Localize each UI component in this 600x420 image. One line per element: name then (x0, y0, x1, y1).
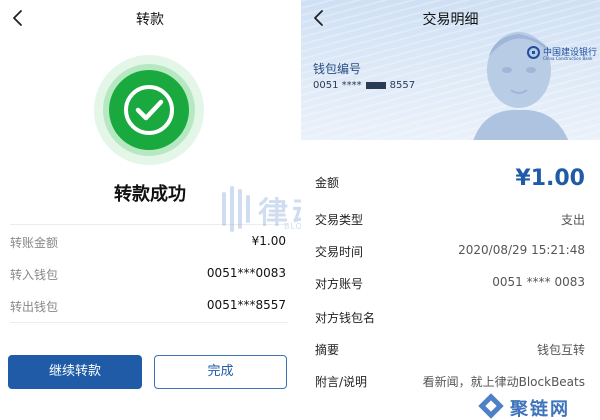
row-label: 交易时间 (315, 245, 364, 259)
amount-value: ¥1.00 (515, 166, 585, 191)
nav-bar: 转款 (0, 0, 300, 36)
row-value: 2020/08/29 15:21:48 (458, 243, 585, 257)
divider (10, 322, 288, 323)
row-label: 转出钱包 (10, 300, 59, 314)
row-value: 0051***0083 (206, 266, 286, 280)
transaction-type-row: 交易类型 支出 (315, 208, 585, 230)
row-label: 对方账号 (315, 277, 364, 291)
ccb-logo-icon (527, 46, 540, 59)
row-value: 钱包互转 (536, 343, 585, 357)
counterparty-wallet-name-row: 对方钱包名 (315, 306, 585, 328)
row-value: 0051***8557 (206, 298, 286, 312)
from-wallet-row: 转出钱包 0051***8557 (10, 296, 286, 316)
row-label: 摘要 (315, 343, 340, 357)
bank-name-en: China Construction Bank (543, 56, 593, 61)
wallet-card-header: 交易明细 中国建设银行 China Construction Bank 钱包编号… (301, 0, 600, 140)
page-title: 转款 (136, 12, 164, 28)
to-wallet-row: 转入钱包 0051***0083 (10, 264, 286, 284)
success-message: 转款成功 (114, 184, 186, 205)
wallet-id-suffix: 8557 (389, 80, 416, 91)
row-label: 交易类型 (315, 213, 364, 227)
page-title: 交易明细 (422, 12, 479, 28)
row-value: 支出 (560, 213, 585, 227)
redaction-bar (365, 81, 386, 89)
transfer-amount-row: 转账金额 ¥1.00 (10, 232, 286, 252)
checkmark-circle-icon (124, 85, 174, 135)
corner-watermark-logo: 聚链网 (476, 393, 600, 420)
row-label: 转入钱包 (10, 268, 59, 282)
success-badge (94, 55, 204, 165)
row-label: 对方钱包名 (315, 311, 376, 325)
corner-logo-text: 聚链网 (510, 399, 570, 420)
row-value: ¥1.00 (251, 234, 286, 248)
transfer-result-screen: 转款 转款成功 转账金额 ¥1.00 转入钱包 0051***0083 转出钱包… (0, 0, 300, 420)
done-button[interactable]: 完成 (154, 355, 287, 389)
wallet-id-value: 0051 **** 8557 (313, 80, 415, 91)
divider (10, 224, 288, 225)
row-value: 看新闻，就上律动BlockBeats (422, 375, 585, 389)
transaction-detail-screen: 交易明细 中国建设银行 China Construction Bank 钱包编号… (301, 0, 600, 420)
continue-transfer-button[interactable]: 继续转款 (8, 355, 142, 389)
diamond-logo-icon (478, 393, 504, 419)
banknote-portrait-icon (473, 32, 569, 140)
summary-row: 摘要 钱包互转 (315, 338, 585, 360)
counterparty-account-row: 对方账号 0051 **** 0083 (315, 272, 585, 294)
row-label: 转账金额 (10, 236, 59, 250)
wallet-id-prefix: 0051 **** (313, 80, 362, 91)
row-label: 附言/说明 (315, 375, 368, 389)
remark-row: 附言/说明 看新闻，就上律动BlockBeats (315, 370, 585, 392)
amount-label: 金额 (315, 176, 340, 190)
wallet-id-label: 钱包编号 (313, 62, 362, 76)
transaction-time-row: 交易时间 2020/08/29 15:21:48 (315, 240, 585, 262)
row-value: 0051 **** 0083 (492, 275, 585, 289)
